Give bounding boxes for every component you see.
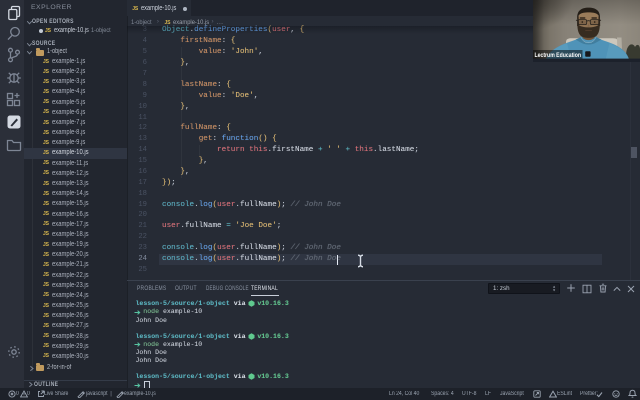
svg-text:Lectrum Education: Lectrum Education — [535, 52, 582, 59]
